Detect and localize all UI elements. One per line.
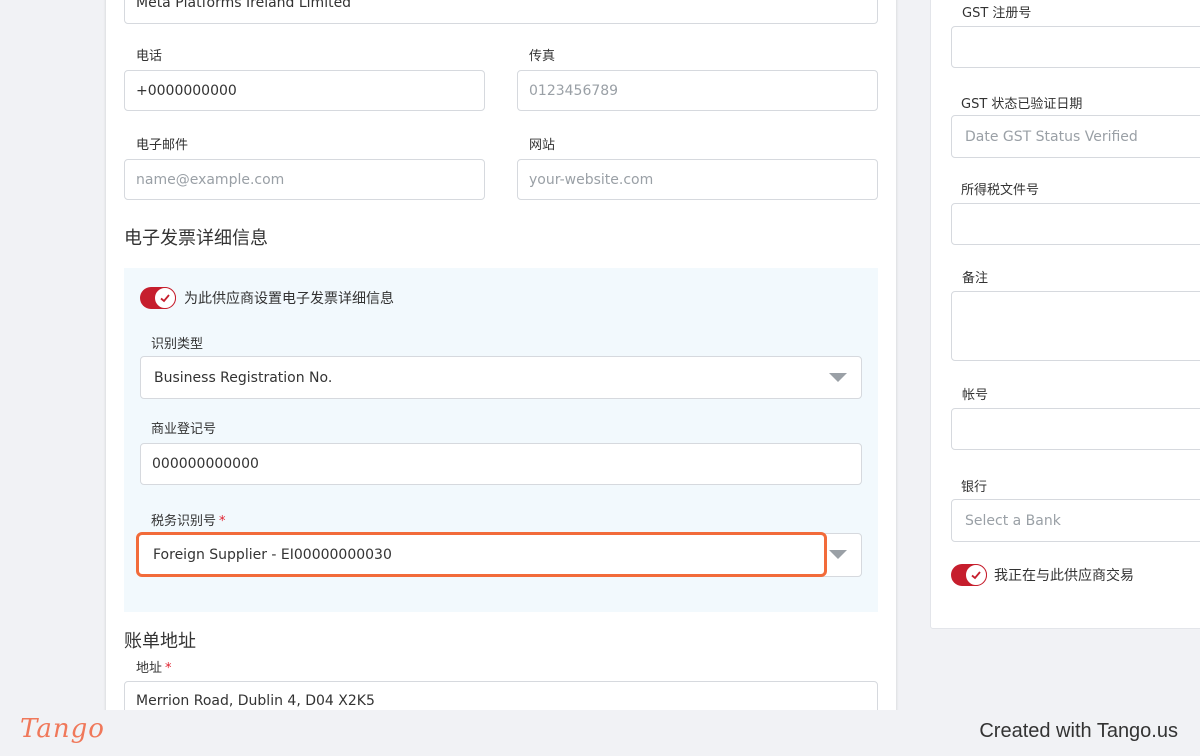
check-icon <box>965 564 987 586</box>
email-placeholder: name@example.com <box>136 171 285 188</box>
tin-label: 税务识别号 * <box>151 510 226 529</box>
gst-date-field[interactable]: Date GST Status Verified <box>951 115 1200 158</box>
brn-field[interactable]: 000000000000 <box>140 443 862 485</box>
id-type-value: Business Registration No. <box>154 369 333 386</box>
fax-label: 传真 <box>529 49 556 64</box>
company-name-value: Meta Platforms Ireland Limited <box>136 0 352 11</box>
einvoice-section-title: 电子发票详细信息 <box>124 228 268 249</box>
bank-placeholder: Select a Bank <box>965 512 1061 529</box>
phone-label: 电话 <box>136 49 163 64</box>
einvoice-toggle-label: 为此供应商设置电子发票详细信息 <box>184 291 394 307</box>
account-field[interactable] <box>951 408 1200 450</box>
email-field[interactable]: name@example.com <box>124 159 485 200</box>
fax-field[interactable]: 0123456789 <box>517 70 878 111</box>
tango-logo: Tango <box>20 714 105 744</box>
bank-label: 银行 <box>961 480 988 495</box>
bank-select[interactable]: Select a Bank <box>951 499 1200 542</box>
einvoice-toggle[interactable] <box>140 287 176 309</box>
id-type-label: 识别类型 <box>151 337 204 352</box>
created-with-text: Created with Tango.us <box>979 720 1178 742</box>
notes-textarea[interactable] <box>951 291 1200 361</box>
brn-label: 商业登记号 <box>151 422 217 437</box>
address-value: Merrion Road, Dublin 4, D04 X2K5 <box>136 693 375 709</box>
income-tax-field[interactable] <box>951 203 1200 245</box>
tango-footer: Tango Created with Tango.us <box>0 710 1200 756</box>
tin-value: Foreign Supplier - EI00000000030 <box>153 546 392 563</box>
billing-section-title: 账单地址 <box>124 631 196 652</box>
chevron-down-icon <box>829 373 847 382</box>
id-type-select[interactable]: Business Registration No. <box>140 356 862 399</box>
tin-label-text: 税务识别号 <box>151 514 217 529</box>
brn-value: 000000000000 <box>152 456 259 472</box>
income-tax-label: 所得税文件号 <box>961 183 1040 198</box>
gst-reg-label: GST 注册号 <box>962 6 1032 21</box>
trading-toggle-label: 我正在与此供应商交易 <box>994 568 1134 584</box>
gst-date-label: GST 状态已验证日期 <box>961 97 1083 112</box>
address-label: 地址 * <box>136 657 172 676</box>
account-label: 帐号 <box>962 388 989 403</box>
check-icon <box>154 287 176 309</box>
website-field[interactable]: your-website.com <box>517 159 878 200</box>
phone-field[interactable]: +0000000000 <box>124 70 485 111</box>
fax-placeholder: 0123456789 <box>529 82 619 99</box>
gst-reg-field[interactable] <box>951 26 1200 68</box>
website-placeholder: your-website.com <box>529 171 654 188</box>
website-label: 网站 <box>529 138 556 153</box>
phone-value: +0000000000 <box>136 82 237 99</box>
required-mark: * <box>165 661 172 676</box>
company-name-field[interactable]: Meta Platforms Ireland Limited <box>124 0 878 24</box>
trading-toggle[interactable] <box>951 564 987 586</box>
required-mark: * <box>219 514 226 529</box>
address-label-text: 地址 <box>136 661 163 676</box>
chevron-down-icon <box>829 550 847 559</box>
email-label: 电子邮件 <box>136 138 189 153</box>
tin-select-highlight[interactable]: Foreign Supplier - EI00000000030 <box>136 532 827 577</box>
notes-label: 备注 <box>962 271 989 286</box>
gst-date-placeholder: Date GST Status Verified <box>965 128 1138 145</box>
